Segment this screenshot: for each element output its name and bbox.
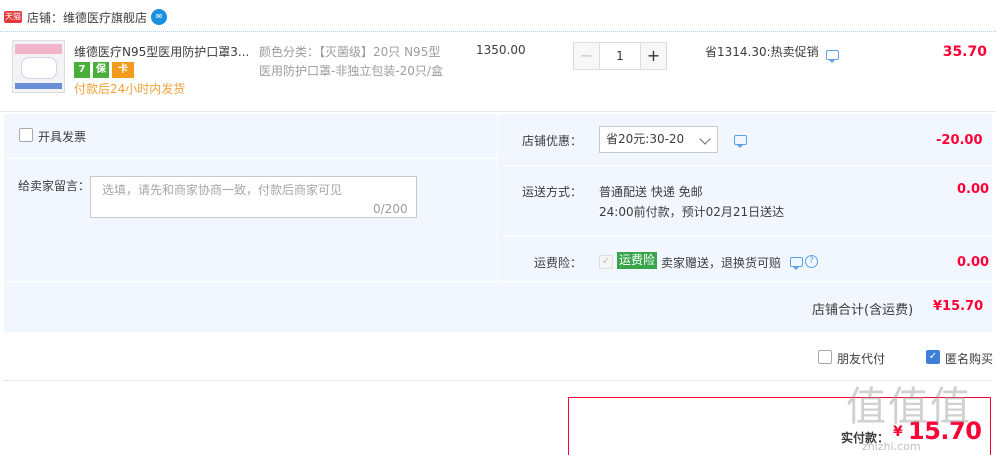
insurance-label: 运费险： — [534, 256, 583, 270]
shipping-promise: 付款后24小时内发货 — [74, 82, 186, 96]
insurance-badge: 运费险 — [617, 252, 658, 269]
decrease-quantity-button[interactable]: − — [573, 42, 600, 70]
divider — [4, 281, 992, 282]
quantity-stepper: − 1 + — [573, 42, 667, 70]
invoice-label: 开具发票 — [38, 130, 87, 144]
sku-description: 颜色分类：【灭菌级】20只 N95型医用防护口罩-非独立包装-20只/盒 — [259, 45, 443, 78]
divider — [501, 235, 992, 236]
divider — [4, 380, 992, 381]
insurance-checkbox[interactable]: ✓ — [599, 255, 613, 269]
insurance-value: 0.00 — [957, 255, 990, 270]
quantity-input[interactable]: 1 — [600, 42, 640, 70]
service-icons: 7 保 卡 — [74, 62, 134, 78]
divider — [501, 165, 992, 166]
divider — [497, 114, 498, 282]
shop-header — [0, 0, 996, 32]
shop-coupon-select[interactable]: 省20元:30-20 — [599, 126, 718, 153]
anonymous-purchase-label: 匿名购买 — [945, 352, 994, 366]
tmall-badge-icon: 天猫 — [4, 11, 22, 23]
item-subtotal: 35.70 — [942, 44, 987, 60]
shipping-fee-value: 0.00 — [957, 182, 990, 197]
shop-name-link[interactable]: 店铺：维德医疗旗舰店 — [27, 9, 147, 26]
site-watermark-url: zhizhi.com — [862, 440, 921, 453]
wangwang-chat-icon[interactable]: ✉ — [151, 9, 167, 25]
shipping-label: 运送方式： — [522, 185, 583, 199]
shipping-method: 普通配送 快递 免邮 — [599, 185, 703, 199]
seven-day-return-icon[interactable]: 7 — [74, 62, 90, 78]
divider — [4, 158, 497, 159]
coupon-selected-value: 省20元:30-20 — [606, 132, 685, 146]
promo-info-icon[interactable] — [826, 50, 839, 63]
site-watermark: 值值值 — [846, 384, 972, 430]
insurance-description: 卖家赠送，退换货可赔 — [661, 256, 782, 270]
shipping-eta: 24:00前付款，预计02月21日送达 — [599, 205, 785, 219]
insurance-info-icon[interactable] — [790, 257, 803, 270]
chevron-down-icon — [699, 133, 711, 145]
credit-card-icon[interactable]: 卡 — [112, 62, 134, 78]
shop-total-label: 店铺合计(含运费) — [812, 303, 914, 318]
message-char-count: 0/200 — [373, 202, 408, 216]
coupon-label: 店铺优惠： — [522, 134, 583, 148]
friend-pay-label: 朋友代付 — [837, 352, 886, 366]
invoice-checkbox[interactable] — [19, 128, 33, 142]
friend-pay-checkbox[interactable] — [818, 350, 832, 364]
shop-total-value: ¥15.70 — [933, 299, 984, 314]
increase-quantity-button[interactable]: + — [640, 42, 667, 70]
message-label: 给卖家留言： — [18, 179, 91, 193]
coupon-info-icon[interactable] — [734, 135, 747, 148]
help-icon[interactable]: ? — [805, 255, 818, 268]
anonymous-purchase-checkbox[interactable]: ✓ — [926, 350, 940, 364]
coupon-discount-value: -20.00 — [936, 133, 983, 148]
message-placeholder: 选填，请先和商家协商一致，付款后商家可见 — [102, 183, 343, 197]
promotion-text: 省1314.30:热卖促销 — [705, 45, 819, 59]
product-thumbnail[interactable] — [12, 40, 65, 93]
guarantee-icon[interactable]: 保 — [93, 62, 109, 78]
product-title-link[interactable]: 维德医疗N95型医用防护口罩3... — [74, 43, 254, 60]
unit-price: 1350.00 — [476, 43, 526, 57]
